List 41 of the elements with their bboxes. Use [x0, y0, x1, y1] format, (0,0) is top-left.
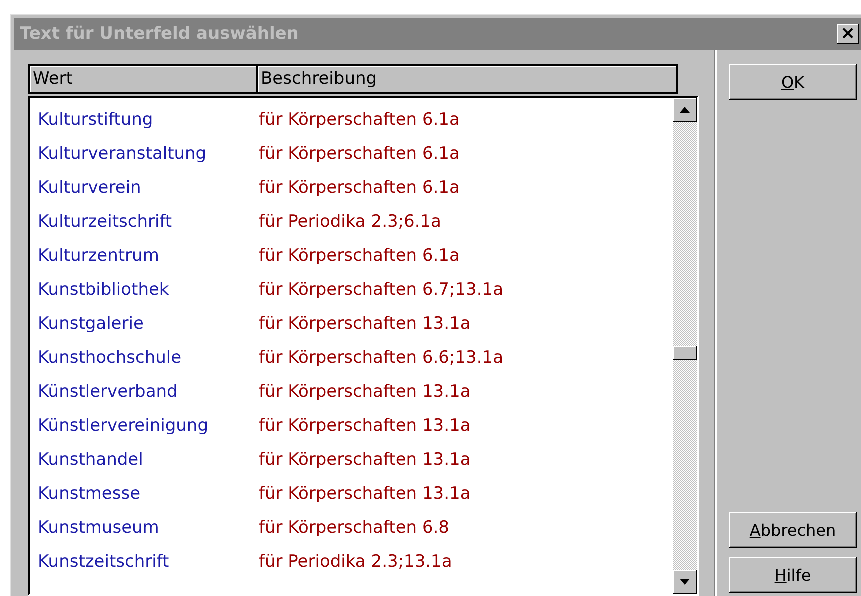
value-text[interactable]: Kunstmuseum: [30, 518, 259, 538]
description-text[interactable]: für Periodika 2.3;6.1a: [259, 212, 442, 232]
value-text[interactable]: Kulturstiftung: [30, 110, 259, 130]
description-text[interactable]: für Körperschaften 6.1a: [259, 110, 460, 130]
value-text[interactable]: Kunstgalerie: [30, 314, 259, 334]
description-text[interactable]: für Körperschaften 13.1a: [259, 416, 471, 436]
value-text[interactable]: Kunstbibliothek: [30, 280, 259, 300]
down-arrow-icon: [680, 579, 690, 585]
value-text[interactable]: Künstlerverband: [30, 382, 259, 402]
description-text[interactable]: für Körperschaften 6.6;13.1a: [259, 348, 504, 368]
description-text[interactable]: für Körperschaften 13.1a: [259, 484, 471, 504]
scroll-thumb[interactable]: [673, 346, 697, 360]
value-text[interactable]: Kulturverein: [30, 178, 259, 198]
description-text[interactable]: für Körperschaften 6.1a: [259, 178, 460, 198]
value-text[interactable]: Kulturzentrum: [30, 246, 259, 266]
value-text[interactable]: Künstlervereinigung: [30, 416, 259, 436]
close-button[interactable]: ×: [837, 24, 859, 44]
dialog-button[interactable]: Abbrechen: [729, 512, 857, 548]
value-text[interactable]: Kulturzeitschrift: [30, 212, 259, 232]
window-title: Text für Unterfeld auswählen: [20, 24, 299, 44]
description-text[interactable]: für Körperschaften 6.1a: [259, 246, 460, 266]
description-text[interactable]: für Körperschaften 6.1a: [259, 144, 460, 164]
column-header[interactable]: Wert: [30, 66, 258, 92]
description-text[interactable]: für Körperschaften 6.7;13.1a: [259, 280, 504, 300]
description-text[interactable]: für Körperschaften 13.1a: [259, 450, 471, 470]
description-text[interactable]: für Körperschaften 6.8: [259, 518, 450, 538]
value-text[interactable]: Kunstmesse: [30, 484, 259, 504]
description-text[interactable]: für Körperschaften 13.1a: [259, 314, 471, 334]
ok-button[interactable]: OK: [729, 64, 857, 100]
description-text[interactable]: für Periodika 2.3;13.1a: [259, 552, 452, 572]
description-text[interactable]: für Körperschaften 13.1a: [259, 382, 471, 402]
up-arrow-icon: [680, 107, 690, 113]
value-text[interactable]: Kunsthandel: [30, 450, 259, 470]
scroll-up-button[interactable]: [673, 98, 697, 122]
value-text[interactable]: Kunsthochschule: [30, 348, 259, 368]
value-text[interactable]: Kulturveranstaltung: [30, 144, 259, 164]
dialog-button[interactable]: Hilfe: [729, 557, 857, 593]
value-text[interactable]: Kunstzeitschrift: [30, 552, 259, 572]
scrollbar[interactable]: [673, 98, 697, 594]
column-header[interactable]: Beschreibung: [258, 66, 676, 92]
scroll-down-button[interactable]: [673, 570, 697, 594]
